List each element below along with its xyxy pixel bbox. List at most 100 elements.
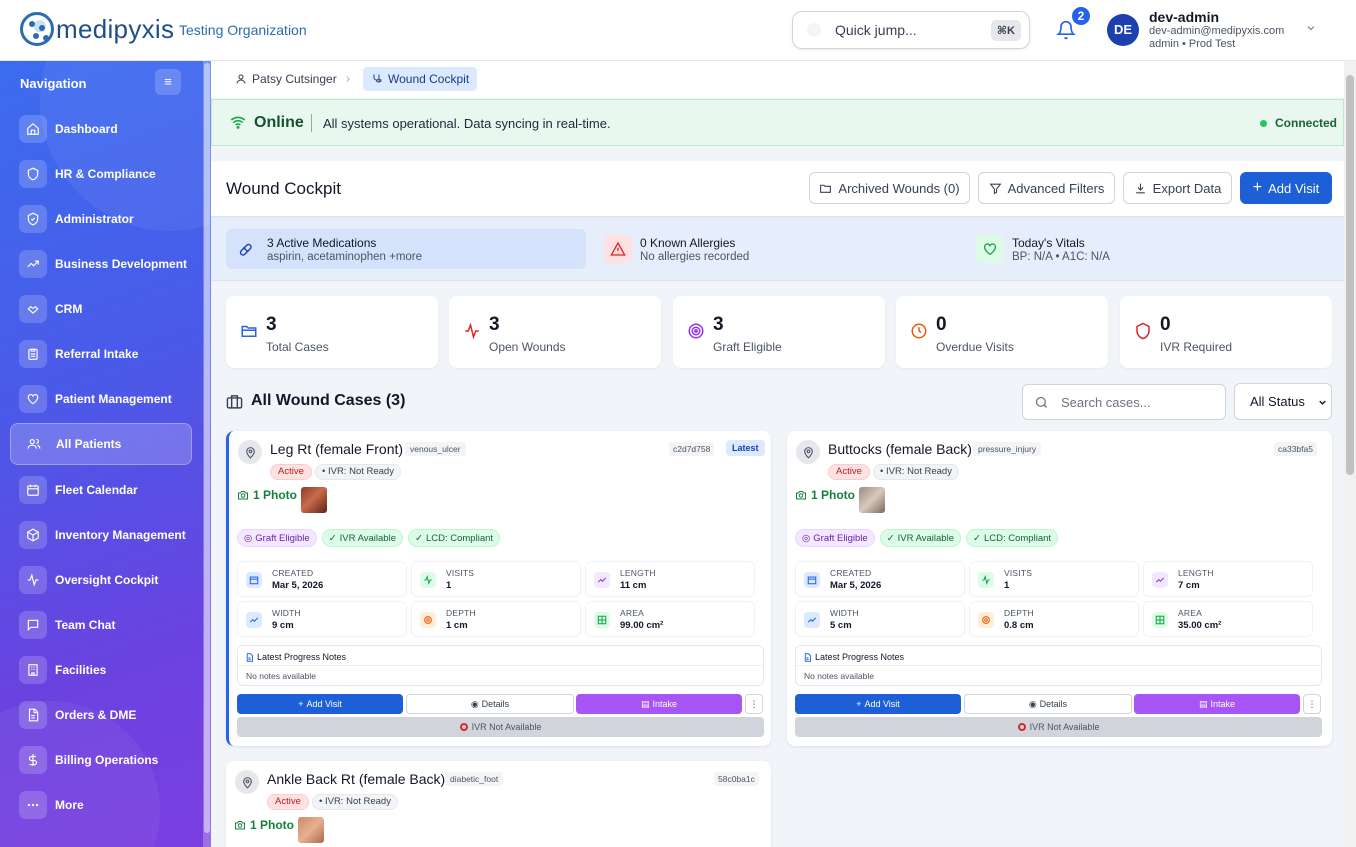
- medications-summary[interactable]: 3 Active Medications aspirin, acetaminop…: [226, 229, 586, 269]
- wound-case-card[interactable]: Ankle Back Rt (female Back) diabetic_foo…: [226, 761, 771, 847]
- sidebar-scrollbar[interactable]: [203, 61, 211, 847]
- clipboard-icon: [19, 340, 47, 368]
- notes-title: Latest Progress Notes: [815, 652, 905, 662]
- add-visit-button[interactable]: + Add Visit: [1240, 172, 1332, 204]
- building-icon: [19, 656, 47, 684]
- photo-count[interactable]: 1 Photo: [237, 488, 297, 502]
- breadcrumb-current[interactable]: Wound Cockpit: [363, 67, 478, 91]
- sidebar-item-team-chat[interactable]: Team Chat: [10, 604, 192, 646]
- sidebar-item-billing-operations[interactable]: Billing Operations: [10, 739, 192, 781]
- sidebar-item-dashboard[interactable]: Dashboard: [10, 108, 192, 150]
- button-label: Details: [481, 699, 510, 709]
- status-badge: Active: [267, 794, 309, 810]
- sidebar-item-facilities[interactable]: Facilities: [10, 649, 192, 691]
- sidebar-item-inventory-management[interactable]: Inventory Management: [10, 514, 192, 556]
- connected-dot-icon: [1260, 120, 1267, 127]
- sidebar-item-fleet-calendar[interactable]: Fleet Calendar: [10, 469, 192, 511]
- wound-location[interactable]: Buttocks (female Back): [828, 441, 972, 457]
- wound-location[interactable]: Ankle Back Rt (female Back): [267, 771, 445, 787]
- camera-icon: [235, 821, 245, 830]
- archived-wounds-button[interactable]: Archived Wounds (0): [809, 172, 970, 204]
- stat-overdue-visits[interactable]: 0 Overdue Visits: [896, 296, 1108, 368]
- eligibility-badges: ◎ Graft Eligible ✓ IVR Available ✓ LCD: Com…: [795, 529, 1059, 547]
- wound-case-card[interactable]: Leg Rt (female Front) venous_ulcer c2d7d…: [226, 431, 771, 746]
- progress-notes: Latest Progress Notes No notes available: [237, 645, 764, 686]
- plus-icon: +: [298, 699, 304, 709]
- advanced-filters-button[interactable]: Advanced Filters: [978, 172, 1115, 204]
- wound-photo-thumbnail[interactable]: [301, 487, 327, 513]
- card-more-button[interactable]: ⋮: [1303, 694, 1321, 714]
- lcd-compliant-badge: ✓ LCD: Compliant: [966, 529, 1059, 547]
- sidebar-item-label: Patient Management: [55, 392, 172, 406]
- cases-heading: All Wound Cases (3): [226, 392, 405, 410]
- clock-icon: [911, 323, 927, 339]
- sidebar-item-hr-compliance[interactable]: HR & Compliance: [10, 153, 192, 195]
- stat-open-wounds[interactable]: 3 Open Wounds: [449, 296, 661, 368]
- quick-jump-input[interactable]: Quick jump... ⌘K: [792, 11, 1030, 49]
- card-details-button[interactable]: ◉ Details: [964, 694, 1132, 714]
- page-scrollbar[interactable]: [1344, 61, 1356, 847]
- sidebar-scroll-thumb[interactable]: [204, 63, 210, 833]
- vitals-detail: BP: N/A • A1C: N/A: [1012, 251, 1110, 263]
- organization-name[interactable]: Testing Organization: [179, 22, 307, 38]
- button-label: Add Visit: [306, 699, 342, 709]
- metric-length: LENGTH 7 cm: [1143, 561, 1313, 597]
- ivr-status-badge: • IVR: Not Ready: [315, 464, 401, 480]
- card-add-visit-button[interactable]: + Add Visit: [795, 694, 961, 714]
- status-filter-select[interactable]: All Status: [1234, 383, 1332, 420]
- sidebar-item-administrator[interactable]: Administrator: [10, 198, 192, 240]
- trending-up-icon: [1152, 572, 1168, 588]
- card-intake-button[interactable]: ▤ Intake: [576, 694, 742, 714]
- ivr-not-available-label: IVR Not Available: [1029, 722, 1100, 732]
- wound-type-tag: venous_ulcer: [405, 442, 466, 456]
- notes-body: No notes available: [246, 671, 316, 681]
- user-icon: [236, 74, 246, 84]
- sidebar-item-crm[interactable]: CRM: [10, 288, 192, 330]
- connection-status: Connected: [1275, 116, 1338, 130]
- search-placeholder: Search cases...: [1061, 395, 1151, 410]
- trending-up-icon: [594, 572, 610, 588]
- card-more-button[interactable]: ⋮: [745, 694, 763, 714]
- activity-icon: [465, 322, 479, 340]
- sidebar-item-orders-dme[interactable]: Orders & DME: [10, 694, 192, 736]
- sidebar-item-patient-management[interactable]: Patient Management: [10, 378, 192, 420]
- button-label: Details: [1039, 699, 1068, 709]
- allergies-detail: No allergies recorded: [640, 251, 750, 263]
- stat-label: Overdue Visits: [936, 340, 1014, 354]
- sidebar-item-business-development[interactable]: Business Development: [10, 243, 192, 285]
- chevron-down-icon[interactable]: [1305, 22, 1317, 34]
- logo[interactable]: medipyxis: [20, 12, 174, 46]
- sidebar-item-more[interactable]: More: [10, 784, 192, 826]
- plus-icon: +: [1252, 179, 1263, 196]
- stethoscope-icon: [373, 74, 382, 83]
- sidebar-item-all-patients[interactable]: All Patients: [10, 423, 192, 465]
- avatar[interactable]: DE: [1107, 14, 1139, 46]
- wound-photo-thumbnail[interactable]: [298, 817, 324, 843]
- wound-location[interactable]: Leg Rt (female Front): [270, 441, 403, 457]
- user-menu[interactable]: dev-admin dev-admin@medipyxis.com admin …: [1149, 9, 1284, 50]
- metric-value: 1: [1004, 580, 1010, 591]
- stat-total-cases[interactable]: 3 Total Cases: [226, 296, 438, 368]
- trending-up-icon: [804, 612, 820, 628]
- sidebar-item-oversight-cockpit[interactable]: Oversight Cockpit: [10, 559, 192, 601]
- photo-count[interactable]: 1 Photo: [795, 488, 855, 502]
- divider: [311, 114, 312, 132]
- card-add-visit-button[interactable]: + Add Visit: [237, 694, 403, 714]
- sidebar-item-referral-intake[interactable]: Referral Intake: [10, 333, 192, 375]
- search-cases-input[interactable]: Search cases...: [1022, 384, 1226, 420]
- breadcrumb-patient[interactable]: Patsy Cutsinger: [235, 72, 337, 86]
- export-data-button[interactable]: Export Data: [1123, 172, 1232, 204]
- photo-count[interactable]: 1 Photo: [234, 818, 294, 832]
- card-details-button[interactable]: ◉ Details: [406, 694, 574, 714]
- folder-open-icon: [241, 325, 257, 337]
- file-icon: ▤: [1198, 698, 1208, 709]
- wound-photo-thumbnail[interactable]: [859, 487, 885, 513]
- menu-toggle-icon[interactable]: ≡: [155, 69, 181, 95]
- page-scroll-thumb[interactable]: [1346, 75, 1354, 475]
- stat-ivr-required[interactable]: 0 IVR Required: [1120, 296, 1332, 368]
- export-data-label: Export Data: [1152, 180, 1222, 196]
- wound-case-card[interactable]: Buttocks (female Back) pressure_injury c…: [787, 431, 1332, 746]
- stat-graft-eligible[interactable]: 3 Graft Eligible: [673, 296, 885, 368]
- more-icon: [19, 791, 47, 819]
- card-intake-button[interactable]: ▤ Intake: [1134, 694, 1300, 714]
